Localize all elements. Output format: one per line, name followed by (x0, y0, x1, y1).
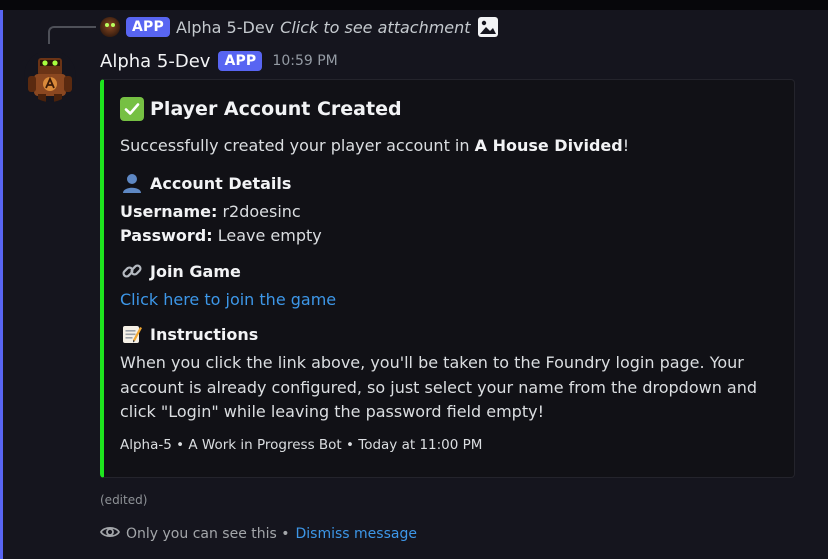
join-game-title: Join Game (150, 261, 241, 281)
check-mark-icon (120, 97, 144, 121)
username-value: r2doesinc (217, 202, 301, 221)
image-icon[interactable] (477, 16, 499, 38)
embed-title-text: Player Account Created (150, 98, 402, 120)
username-line: Username: r2doesinc (120, 202, 301, 221)
ephemeral-text: Only you can see this • (126, 526, 290, 542)
password-line: Password: Leave empty (120, 226, 322, 245)
reply-reference[interactable]: APP Alpha 5-Dev Click to see attachment (100, 14, 499, 40)
user-silhouette-icon (120, 171, 144, 195)
message-timestamp[interactable]: 10:59 PM (272, 53, 337, 69)
embed-card: Player Account Created Successfully crea… (100, 79, 795, 478)
username-label: Username: (120, 202, 218, 221)
edited-label: (edited) (100, 493, 148, 507)
description-prefix: Successfully created your player account… (120, 136, 475, 155)
message-author[interactable]: Alpha 5-Dev (100, 51, 210, 72)
top-strip (0, 0, 828, 10)
join-game-link[interactable]: Click here to join the game (120, 290, 336, 309)
mention-highlight-bar (0, 10, 3, 559)
instructions-title: Instructions (150, 324, 259, 344)
password-label: Password: (120, 226, 213, 245)
dismiss-message-link[interactable]: Dismiss message (296, 526, 417, 542)
embed-title: Player Account Created (120, 97, 402, 121)
message-header: Alpha 5-Dev APP 10:59 PM (100, 48, 338, 74)
account-details-heading: Account Details (120, 171, 291, 195)
reply-spine (48, 26, 96, 44)
robot-avatar[interactable] (24, 50, 76, 102)
ephemeral-notice: Only you can see this • Dismiss message (99, 522, 417, 546)
account-details-title: Account Details (150, 173, 292, 193)
reply-avatar[interactable] (100, 17, 120, 37)
app-tag: APP (218, 51, 263, 71)
description-suffix: ! (622, 136, 630, 155)
eye-icon (99, 522, 121, 546)
embed-description: Successfully created your player account… (120, 136, 629, 155)
embed-footer: Alpha-5 • A Work in Progress Bot • Today… (120, 437, 483, 453)
memo-icon (120, 322, 144, 346)
instructions-heading: Instructions (120, 322, 258, 346)
reply-app-tag: APP (126, 17, 170, 37)
join-game-heading: Join Game (120, 259, 241, 283)
instructions-body: When you click the link above, you'll be… (120, 353, 758, 421)
join-link-line: Click here to join the game (120, 290, 336, 309)
link-icon (120, 259, 144, 283)
password-value: Leave empty (212, 226, 322, 245)
reply-text[interactable]: Click to see attachment (280, 18, 470, 37)
game-name: A House Divided (474, 136, 623, 155)
message-view: APP Alpha 5-Dev Click to see attachment (0, 0, 828, 559)
reply-author[interactable]: Alpha 5-Dev (176, 18, 274, 37)
